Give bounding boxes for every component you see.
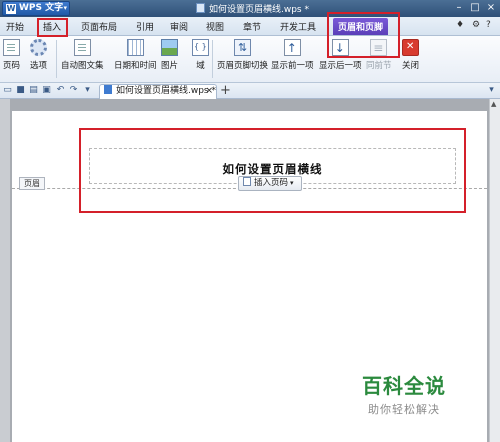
options-button[interactable]: 选项 <box>30 39 47 71</box>
tab-references[interactable]: 引用 <box>136 20 154 33</box>
title-bar: W WPS 文字 ▾ 如何设置页眉横线.wps * – □ × <box>0 0 500 17</box>
field-button[interactable]: 域 <box>192 39 209 71</box>
tab-sections[interactable]: 章节 <box>243 20 261 33</box>
watermark: 百科全说 助你轻松解决 <box>362 370 446 417</box>
tab-review[interactable]: 审阅 <box>170 20 188 33</box>
menu-tabs: 开始 插入 页面布局 引用 审阅 视图 章节 开发工具 页眉和页脚 ♦ ⚙ ? <box>0 17 500 36</box>
options-label: 选项 <box>30 61 48 71</box>
tab-list-icon[interactable]: ▾ <box>486 85 497 96</box>
date-time-button[interactable]: 日期和时间 <box>114 39 157 71</box>
save-icon[interactable]: ■ <box>15 85 26 96</box>
autotext-button[interactable]: 自动图文集 <box>61 39 104 71</box>
window-title-text: 如何设置页眉横线.wps * <box>209 5 309 15</box>
picture-button[interactable]: 图片 <box>161 39 178 71</box>
quick-access-bar: ▭ ■ ▤ ▣ ↶ ↷ ▾ 如何设置页眉横线.wps * × + ▾ <box>0 83 500 99</box>
scroll-up-icon[interactable]: ▲ <box>491 100 496 108</box>
tab-developer[interactable]: 开发工具 <box>280 20 316 33</box>
header-footer-switch-button[interactable]: 页眉页脚切换 <box>217 39 268 71</box>
watermark-title: 百科全说 <box>362 374 446 398</box>
print-preview-icon[interactable]: ▣ <box>41 85 52 96</box>
show-previous-label: 显示前一项 <box>271 61 314 71</box>
highlight-insert-tab <box>37 18 68 37</box>
page-number-icon <box>3 39 20 56</box>
header-footer-switch-label: 页眉页脚切换 <box>217 61 269 71</box>
header-label: 页眉 <box>19 177 45 190</box>
open-folder-icon[interactable]: ▭ <box>2 85 13 96</box>
arrow-up-icon <box>283 39 301 56</box>
tab-page-layout[interactable]: 页面布局 <box>81 20 117 33</box>
close-label: 关闭 <box>402 61 420 71</box>
maximize-button[interactable]: □ <box>468 1 482 14</box>
minimize-button[interactable]: – <box>452 1 466 14</box>
same-as-previous-label: 同前节 <box>366 61 392 71</box>
tab-start[interactable]: 开始 <box>6 20 24 33</box>
vertical-scrollbar[interactable]: ▲ <box>489 99 500 442</box>
document-tab-label: 如何设置页眉横线.wps * <box>116 86 216 96</box>
autotext-icon <box>73 39 91 56</box>
wps-document-icon <box>104 85 112 94</box>
show-next-label: 显示后一项 <box>319 61 362 71</box>
tab-view[interactable]: 视图 <box>206 20 224 33</box>
date-time-label: 日期和时间 <box>114 61 157 71</box>
vertical-ruler <box>0 99 10 442</box>
window-title: 如何设置页眉横线.wps * <box>196 2 309 15</box>
picture-label: 图片 <box>161 61 179 71</box>
ribbon: 页码 选项 自动图文集 日期和时间 图片 域 页眉页脚切换 显示前一项 显示后一… <box>0 36 500 83</box>
settings-icon[interactable]: ⚙ <box>472 20 480 30</box>
close-window-button[interactable]: × <box>484 1 498 14</box>
app-name: WPS 文字 <box>19 3 64 13</box>
document-icon <box>196 3 205 13</box>
highlight-header-area <box>79 128 466 213</box>
customize-dropdown-icon[interactable]: ▾ <box>82 85 93 96</box>
help-icon[interactable]: ? <box>486 20 491 30</box>
undo-icon[interactable]: ↶ <box>55 85 66 96</box>
show-previous-button[interactable]: 显示前一项 <box>271 39 314 71</box>
close-icon <box>402 39 419 56</box>
new-tab-button[interactable]: + <box>220 83 231 98</box>
watermark-subtitle: 助你轻松解决 <box>368 403 440 416</box>
wps-logo-icon: W <box>6 4 16 14</box>
calendar-icon <box>126 39 144 56</box>
page-number-button[interactable]: 页码 <box>3 39 20 71</box>
skin-icon[interactable]: ♦ <box>456 20 464 30</box>
print-icon[interactable]: ▤ <box>28 85 39 96</box>
switch-icon <box>234 39 251 56</box>
autotext-label: 自动图文集 <box>61 61 104 71</box>
picture-icon <box>161 39 178 56</box>
app-menu-button[interactable]: W WPS 文字 ▾ <box>2 1 70 16</box>
field-label: 域 <box>196 61 205 71</box>
chevron-down-icon: ▾ <box>63 4 67 12</box>
field-icon <box>192 39 209 56</box>
highlight-header-footer-tab <box>327 12 400 58</box>
ribbon-divider <box>212 40 213 78</box>
ribbon-divider <box>56 40 57 78</box>
close-tab-icon[interactable]: × <box>205 85 213 98</box>
page-number-label: 页码 <box>3 61 21 71</box>
options-icon <box>30 39 47 56</box>
document-tab[interactable]: 如何设置页眉横线.wps * × <box>99 84 217 99</box>
close-header-footer-button[interactable]: 关闭 <box>402 39 419 71</box>
redo-icon[interactable]: ↷ <box>68 85 79 96</box>
